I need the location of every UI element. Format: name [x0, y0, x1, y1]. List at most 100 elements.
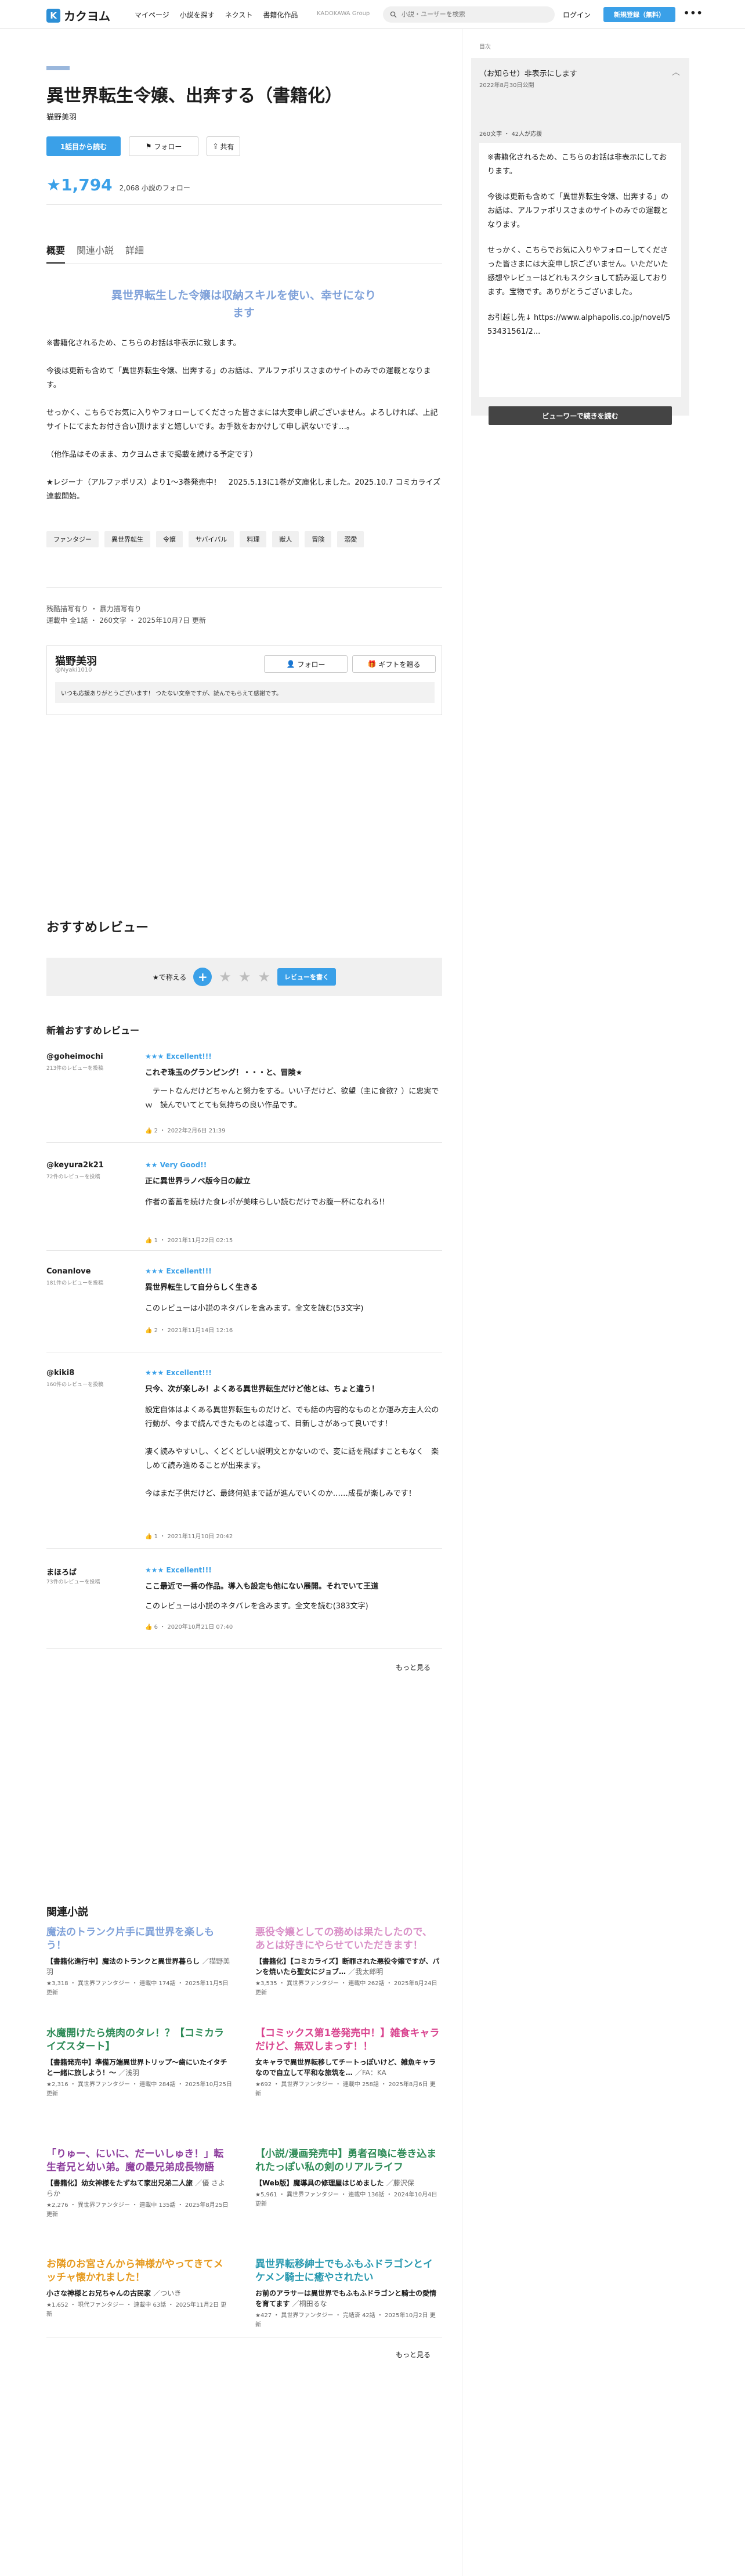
- novel-catchphrase: 悪役令嬢としての務めは果たしたので、あとは好きにやらせていただきます！: [255, 1926, 432, 1951]
- nav-next[interactable]: ネクスト: [225, 10, 253, 20]
- tag[interactable]: 異世界転生: [104, 531, 150, 547]
- tag[interactable]: ファンタジー: [46, 531, 99, 547]
- novel-title: 小さな神様とお兄ちゃんの古民家 ／ついき: [46, 2288, 232, 2299]
- related-novel-card[interactable]: 【小説/漫画発売中】勇者召喚に巻き込まれたっぽい私の剣のリアルライフ 【Web版…: [255, 2148, 441, 2209]
- review-rating: ★★★ Excellent!!!: [145, 1369, 212, 1377]
- reviewer-name[interactable]: Conanlove: [46, 1267, 91, 1276]
- review-title[interactable]: 正に異世界ラノベ版今日の献立: [145, 1175, 442, 1186]
- novel-meta: ★1,652 ・ 現代ファンタジー ・ 連載中 63話 ・ 2025年11月2日…: [46, 2302, 227, 2318]
- reviewer-count: 213件のレビューを投稿: [46, 1066, 104, 1071]
- search-icon: [390, 11, 397, 18]
- related-novel-card[interactable]: 悪役令嬢としての務めは果たしたので、あとは好きにやらせていただきます！ 【書籍化…: [255, 1926, 441, 1998]
- logo-text: カクヨム: [64, 9, 110, 23]
- tag[interactable]: サバイバル: [189, 531, 234, 547]
- related-novel-card[interactable]: 水魔開けたら焼肉のタレ！？【コミカライズスタート】 【書籍発売中】準備万端異世界…: [46, 2027, 232, 2099]
- new-reviews-heading: 新着おすすめレビュー: [46, 1025, 140, 1036]
- tag-list: ファンタジー 異世界転生 令嬢 サバイバル 料理 獣人 冒険 溺愛: [46, 531, 364, 547]
- toc-label: 目次: [479, 44, 491, 50]
- more-menu-icon[interactable]: •••: [683, 8, 703, 19]
- review-body: テートなんだけどちゃんと努力をする。いい子だけど、欲望（主に食欲？）に忠実でｗ …: [145, 1087, 439, 1110]
- related-novel-card[interactable]: 魔法のトランク片手に異世界を楽しもう！ 【書籍化進行中】魔法のトランクと異世界暮…: [46, 1926, 232, 1998]
- main-nav: マイページ 小説を探す ネクスト 書籍化作品: [135, 10, 298, 20]
- reviewer-name[interactable]: @goheimochi: [46, 1052, 103, 1061]
- write-review-button[interactable]: レビューを書く: [277, 968, 336, 986]
- novel-meta: ★3,535 ・ 異世界ファンタジー ・ 連載中 262話 ・ 2025年8月2…: [255, 1980, 437, 1996]
- review-title[interactable]: ここ最近で一番の作品。導入も設定も他にない展開。それでいて王道: [145, 1580, 442, 1591]
- star-count[interactable]: ★1,794: [46, 175, 113, 194]
- review-meta: 👍 6 ・ 2020年10月21日 07:40: [145, 1624, 233, 1630]
- episode-meta: 260文字 ・ 42人が応援: [479, 131, 543, 138]
- register-button[interactable]: 新規登録（無料）: [603, 7, 675, 22]
- more-reviews-link[interactable]: もっと見る: [396, 1662, 431, 1672]
- reviewer-name[interactable]: @kiki8: [46, 1369, 74, 1377]
- related-novel-card[interactable]: 「りゅー、にいに、だーいしゅき！」転生者兄と幼い弟。魔の最兄弟成長物語 【書籍化…: [46, 2148, 232, 2220]
- novel-catchphrase: 【小説/漫画発売中】勇者召喚に巻き込まれたっぽい私の剣のリアルライフ: [255, 2148, 437, 2173]
- novel-title: 女キャラで異世界転移してチートっぽいけど、雑魚キャラなので自立して平和な旅筑を……: [255, 2057, 441, 2078]
- reviews-heading: おすすめレビュー: [46, 921, 149, 935]
- preview-paragraph: 今後は更新も含めて「異世界転生令嬢、出奔する」のお話は、アルファポリスさまのサイ…: [487, 193, 669, 229]
- share-icon: ⇪: [212, 142, 219, 150]
- catchphrase: 異世界転生した令嬢は収納スキルを使い、幸せになります: [111, 289, 376, 319]
- novel-author: ／我太郎明: [348, 1968, 384, 1976]
- novel-meta: ★427 ・ 異世界ファンタジー ・ 完結済 42話 ・ 2025年10月2日 …: [255, 2312, 436, 2328]
- gift-button[interactable]: 🎁 ギフトを贈る: [352, 655, 436, 673]
- novel-meta: ★2,276 ・ 異世界ファンタジー ・ 連載中 135話 ・ 2025年8月2…: [46, 2202, 229, 2218]
- related-novel-card[interactable]: お隣のお宮さんから神様がやってきてメッチャ懐かれました！ 小さな神様とお兄ちゃん…: [46, 2258, 232, 2319]
- work-author[interactable]: 猫野美羽: [46, 111, 77, 122]
- preview-paragraph: お引越し先↓ https://www.alphapolis.co.jp/nove…: [487, 313, 671, 336]
- rate-label: ★で称える: [153, 973, 187, 982]
- novel-catchphrase: 【コミックス第1巻発売中！】雑食キャラだけど、無双しまっす！！: [255, 2027, 440, 2052]
- review-title[interactable]: これぞ珠玉のグランピング！・・・と、冒険★: [145, 1066, 442, 1077]
- preview-paragraph: せっかく、こちらでお気に入りやフォローしてくださった皆さまには大変申し訳ございま…: [487, 246, 668, 297]
- related-novel-card[interactable]: 異世界転移紳士でもふもふドラゴンとイケメン騎士に癒やされたい お前のアラサーは異…: [255, 2258, 441, 2330]
- share-button[interactable]: ⇪ 共有: [207, 136, 240, 156]
- review-title[interactable]: 異世界転生して自分らしく生きる: [145, 1281, 442, 1292]
- tag[interactable]: 冒険: [305, 531, 332, 547]
- tab-details[interactable]: 詳細: [125, 243, 144, 264]
- reviewer-name[interactable]: @keyura2k21: [46, 1161, 104, 1170]
- login-link[interactable]: ログイン: [563, 10, 591, 20]
- episode-title[interactable]: （お知らせ）非表示にします: [479, 67, 577, 78]
- add-star-button[interactable]: +: [193, 968, 212, 986]
- user-plus-icon: 👤: [286, 660, 295, 668]
- novel-title-text: 【書籍化】【コミカライズ】断罪された悪役令嬢ですが、パンを焼いたら聖女にジョブ…: [255, 1957, 440, 1976]
- review-body[interactable]: このレビューは小説のネタバレを含みます。全文を読む(383文字): [145, 1600, 442, 1614]
- episode-preview: ※書籍化されるため、こちらのお話は非表示にしております。 今後は更新も含めて「異…: [479, 143, 681, 397]
- more-related-link[interactable]: もっと見る: [396, 2350, 431, 2359]
- star-icon[interactable]: ★: [238, 969, 251, 985]
- review-title[interactable]: 只今、次が楽しみ！よくある異世界転生だけど他とは、ちょと違う！: [145, 1383, 442, 1394]
- search-input[interactable]: [402, 11, 541, 18]
- follow-author-button[interactable]: 👤 フォロー: [264, 655, 348, 673]
- follow-label: フォロー: [154, 142, 182, 151]
- intro-paragraph: ★レジーナ（アルファポリス）より1〜3巻発売中！ 2025.5.13に1巻が文庫…: [46, 478, 441, 501]
- follower-count: 2,068 小説のフォロー: [119, 184, 190, 192]
- tab-related[interactable]: 関連小説: [77, 243, 114, 264]
- reviewer-count: 181件のレビューを投稿: [46, 1280, 104, 1286]
- tab-overview[interactable]: 概要: [46, 243, 66, 264]
- site-logo[interactable]: K カクヨム: [46, 7, 110, 24]
- follow-work-button[interactable]: ⚑ フォロー: [129, 136, 198, 156]
- reviewer-name[interactable]: まほろば: [46, 1566, 77, 1577]
- tag[interactable]: 獣人: [272, 531, 299, 547]
- author-name[interactable]: 猫野美羽: [55, 653, 97, 668]
- read-first-episode-button[interactable]: 1話目から読む: [46, 136, 121, 156]
- nav-mypage[interactable]: マイページ: [135, 10, 169, 20]
- nav-search-novels[interactable]: 小説を探す: [180, 10, 215, 20]
- tag[interactable]: 溺愛: [337, 531, 364, 547]
- review-meta: 👍 2 ・ 2021年11月14日 12:16: [145, 1327, 233, 1334]
- logo-icon: K: [46, 8, 60, 23]
- nav-published[interactable]: 書籍化作品: [263, 10, 298, 20]
- related-novel-card[interactable]: 【コミックス第1巻発売中！】雑食キャラだけど、無双しまっす！！ 女キャラで異世界…: [255, 2027, 441, 2099]
- star-icon[interactable]: ★: [258, 969, 270, 985]
- chevron-up-icon[interactable]: ︿: [672, 66, 680, 78]
- novel-meta: ★2,316 ・ 異世界ファンタジー ・ 連載中 284話 ・ 2025年10月…: [46, 2081, 232, 2097]
- novel-title-text: 小さな神様とお兄ちゃんの古民家: [46, 2289, 151, 2297]
- share-label: 共有: [220, 142, 234, 151]
- novel-title-text: 【書籍化進行中】魔法のトランクと異世界暮らし: [46, 1957, 200, 1965]
- novel-title: 【書籍発売中】準備万端異世界トリップ〜歯にいたイタチと一緒に旅しよう！〜 ／浅羽: [46, 2057, 232, 2078]
- open-viewer-button[interactable]: ビューワーで続きを読む: [489, 406, 672, 425]
- tag[interactable]: 料理: [240, 531, 267, 547]
- star-icon[interactable]: ★: [219, 969, 232, 985]
- review-body[interactable]: このレビューは小説のネタバレを含みます。全文を読む(53文字): [145, 1302, 442, 1316]
- tag[interactable]: 令嬢: [156, 531, 183, 547]
